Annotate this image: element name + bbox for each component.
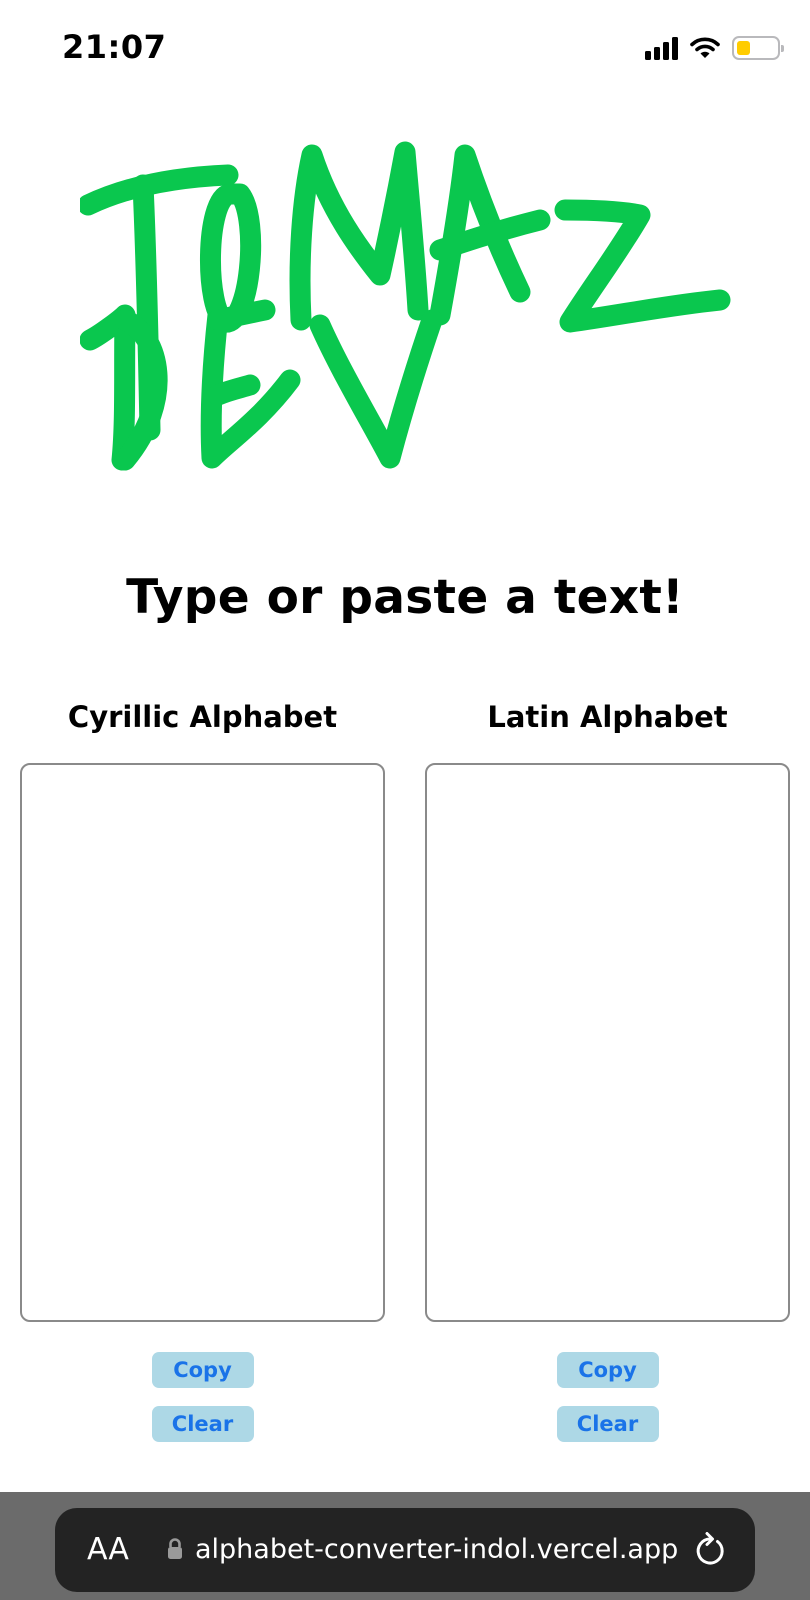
cyrillic-textarea[interactable] [20,763,385,1322]
cellular-signal-icon [645,36,678,60]
text-size-icon[interactable]: AA [87,1534,129,1566]
cyrillic-label: Cyrillic Alphabet [67,700,338,734]
battery-level [737,41,750,55]
logo [80,141,731,471]
address-bar[interactable]: AA alphabet-converter-indol.vercel.app [55,1508,755,1592]
status-time: 21:07 [62,28,167,66]
text-size-label: AA [87,1532,129,1567]
wifi-icon [690,37,720,58]
latin-copy-button[interactable]: Copy [556,1352,659,1388]
latin-label: Latin Alphabet [487,700,728,734]
reload-icon[interactable] [693,1532,727,1568]
page: 21:07 Type or paste a text! Cyrillic Alp… [0,0,810,1600]
status-bar: 21:07 [0,0,810,96]
page-title: Type or paste a text! [126,570,684,625]
cyrillic-column: Cyrillic Alphabet Copy Clear [20,700,385,1442]
latin-textarea[interactable] [425,763,790,1322]
url-text[interactable]: alphabet-converter-indol.vercel.app [195,1534,678,1566]
lock-icon [168,1538,182,1559]
battery-icon [732,36,784,60]
latin-column: Latin Alphabet Copy Clear [425,700,790,1442]
browser-toolbar: AA alphabet-converter-indol.vercel.app [0,1492,810,1600]
status-icons [645,34,784,62]
latin-clear-button[interactable]: Clear [556,1406,659,1442]
cyrillic-copy-button[interactable]: Copy [151,1352,254,1388]
cyrillic-clear-button[interactable]: Clear [151,1406,254,1442]
